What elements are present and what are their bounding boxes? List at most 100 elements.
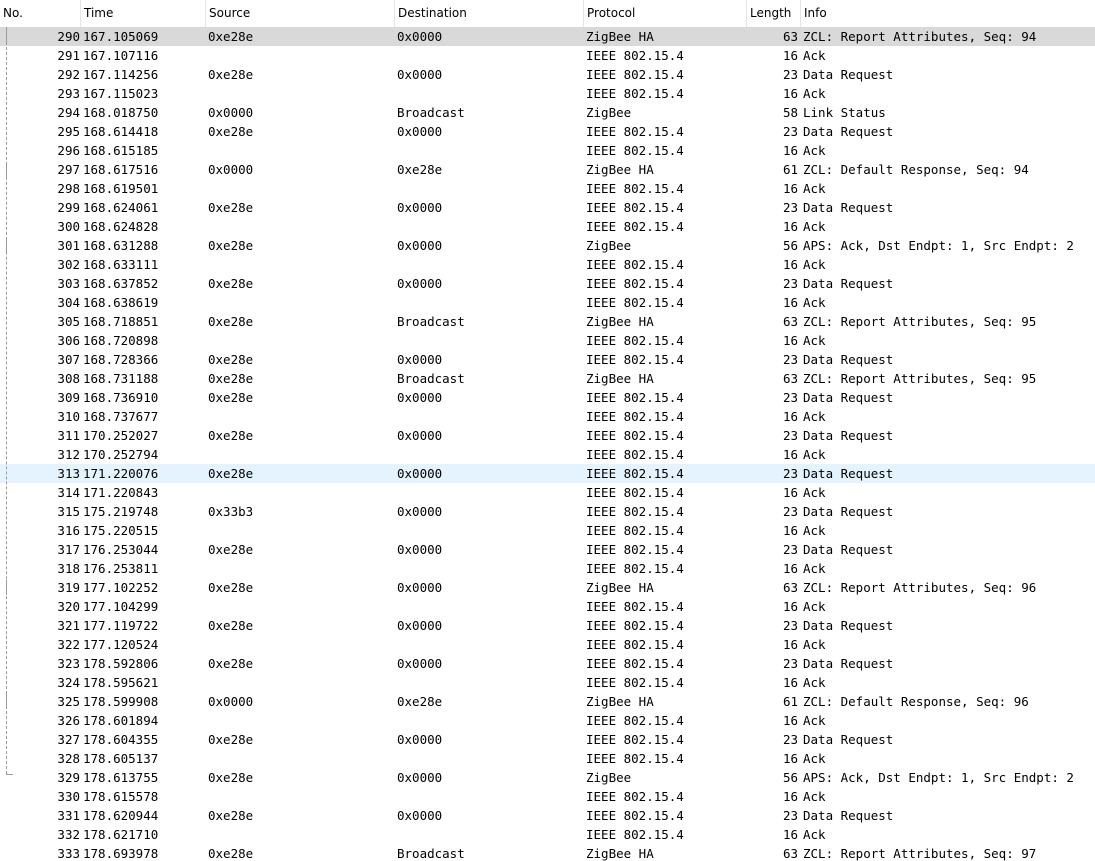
table-row[interactable]: 324 178.595621 IEEE 802.15.4 16 Ack <box>0 673 1095 692</box>
packet-source: 0xe28e <box>208 238 254 253</box>
table-row[interactable]: 310 168.737677 IEEE 802.15.4 16 Ack <box>0 407 1095 426</box>
packet-protocol: IEEE 802.15.4 <box>586 333 684 348</box>
table-row[interactable]: 304 168.638619 IEEE 802.15.4 16 Ack <box>0 293 1095 312</box>
packet-source: 0x33b3 <box>208 504 254 519</box>
table-row[interactable]: 309 168.736910 0xe28e 0x0000 IEEE 802.15.4 23… <box>0 388 1095 407</box>
table-row[interactable]: 315 175.219748 0x33b3 0x0000 IEEE 802.15.4 23… <box>0 502 1095 521</box>
table-row[interactable]: 325 178.599908 0x0000 0xe28e ZigBee HA 61 ZCL:… <box>0 692 1095 711</box>
table-row[interactable]: 319 177.102252 0xe28e 0x0000 ZigBee HA 63 ZCL:… <box>0 578 1095 597</box>
table-row[interactable]: 316 175.220515 IEEE 802.15.4 16 Ack <box>0 521 1095 540</box>
table-row[interactable]: 294 168.018750 0x0000 Broadcast ZigBee 58 Link… <box>0 103 1095 122</box>
table-row[interactable]: 290 167.105069 0xe28e 0x0000 ZigBee HA 63 ZCL:… <box>0 27 1095 46</box>
table-row[interactable]: 323 178.592806 0xe28e 0x0000 IEEE 802.15.4 23… <box>0 654 1095 673</box>
packet-protocol: IEEE 802.15.4 <box>586 618 684 633</box>
table-row[interactable]: 314 171.220843 IEEE 802.15.4 16 Ack <box>0 483 1095 502</box>
table-row[interactable]: 296 168.615185 IEEE 802.15.4 16 Ack <box>0 141 1095 160</box>
column-header-length[interactable]: Length <box>747 0 801 27</box>
packet-destination: Broadcast <box>397 371 465 386</box>
packet-destination <box>397 635 583 654</box>
packet-source: 0xe28e <box>208 124 254 139</box>
packet-protocol: ZigBee HA <box>586 580 654 595</box>
packet-destination: 0x0000 <box>397 466 443 481</box>
table-row[interactable]: 300 168.624828 IEEE 802.15.4 16 Ack <box>0 217 1095 236</box>
table-row[interactable]: 321 177.119722 0xe28e 0x0000 IEEE 802.15.4 23… <box>0 616 1095 635</box>
table-row[interactable]: 322 177.120524 IEEE 802.15.4 16 Ack <box>0 635 1095 654</box>
packet-protocol: IEEE 802.15.4 <box>586 428 684 443</box>
table-row[interactable]: 317 176.253044 0xe28e 0x0000 IEEE 802.15.4 23… <box>0 540 1095 559</box>
packet-length: 16 <box>782 143 798 158</box>
packet-number: 332 <box>57 827 80 842</box>
packet-protocol: IEEE 802.15.4 <box>586 200 684 215</box>
packet-protocol: IEEE 802.15.4 <box>586 599 684 614</box>
table-row[interactable]: 320 177.104299 IEEE 802.15.4 16 Ack <box>0 597 1095 616</box>
table-row[interactable]: 305 168.718851 0xe28e Broadcast ZigBee HA 63 Z… <box>0 312 1095 331</box>
packet-source <box>208 483 394 502</box>
table-row[interactable]: 291 167.107116 IEEE 802.15.4 16 Ack <box>0 46 1095 65</box>
packet-number: 291 <box>57 48 80 63</box>
packet-info: Ack <box>803 751 826 766</box>
column-header-time[interactable]: Time <box>81 0 206 27</box>
table-row[interactable]: 312 170.252794 IEEE 802.15.4 16 Ack <box>0 445 1095 464</box>
packet-destination: 0x0000 <box>397 238 443 253</box>
packet-length: 16 <box>782 447 798 462</box>
table-row[interactable]: 333 178.693978 0xe28e Broadcast ZigBee HA 63 Z… <box>0 844 1095 861</box>
packet-info: Ack <box>803 561 826 576</box>
packet-time: 178.599908 <box>83 694 159 709</box>
table-row[interactable]: 327 178.604355 0xe28e 0x0000 IEEE 802.15.4 23… <box>0 730 1095 749</box>
packet-length: 63 <box>782 371 798 386</box>
table-row[interactable]: 307 168.728366 0xe28e 0x0000 IEEE 802.15.4 23… <box>0 350 1095 369</box>
table-row[interactable]: 328 178.605137 IEEE 802.15.4 16 Ack <box>0 749 1095 768</box>
packet-protocol: IEEE 802.15.4 <box>586 48 684 63</box>
table-row[interactable]: 303 168.637852 0xe28e 0x0000 IEEE 802.15.4 23… <box>0 274 1095 293</box>
column-header-no[interactable]: No. <box>0 0 81 27</box>
packet-info: Ack <box>803 86 826 101</box>
packet-destination <box>397 141 583 160</box>
packet-length: 58 <box>782 105 798 120</box>
table-row[interactable]: 299 168.624061 0xe28e 0x0000 IEEE 802.15.4 23… <box>0 198 1095 217</box>
table-row[interactable]: 318 176.253811 IEEE 802.15.4 16 Ack <box>0 559 1095 578</box>
column-header-protocol[interactable]: Protocol <box>584 0 747 27</box>
packet-protocol: IEEE 802.15.4 <box>586 732 684 747</box>
packet-info: Ack <box>803 827 826 842</box>
table-row[interactable]: 301 168.631288 0xe28e 0x0000 ZigBee 56 APS: Ac… <box>0 236 1095 255</box>
packet-time: 168.728366 <box>83 352 159 367</box>
table-row[interactable]: 308 168.731188 0xe28e Broadcast ZigBee HA 63 Z… <box>0 369 1095 388</box>
packet-length: 63 <box>782 580 798 595</box>
packet-source: 0xe28e <box>208 732 254 747</box>
table-row[interactable]: 329 178.613755 0xe28e 0x0000 ZigBee 56 APS: Ac… <box>0 768 1095 787</box>
packet-destination <box>397 483 583 502</box>
packet-source <box>208 559 394 578</box>
packet-protocol: IEEE 802.15.4 <box>586 181 684 196</box>
table-row[interactable]: 311 170.252027 0xe28e 0x0000 IEEE 802.15.4 23… <box>0 426 1095 445</box>
table-row[interactable]: 331 178.620944 0xe28e 0x0000 IEEE 802.15.4 23… <box>0 806 1095 825</box>
packet-destination: 0x0000 <box>397 542 443 557</box>
packet-time: 178.595621 <box>83 675 159 690</box>
table-row[interactable]: 295 168.614418 0xe28e 0x0000 IEEE 802.15.4 23… <box>0 122 1095 141</box>
table-row[interactable]: 332 178.621710 IEEE 802.15.4 16 Ack <box>0 825 1095 844</box>
packet-destination <box>397 597 583 616</box>
table-row[interactable]: 293 167.115023 IEEE 802.15.4 16 Ack <box>0 84 1095 103</box>
packet-destination <box>397 445 583 464</box>
packet-protocol: ZigBee HA <box>586 371 654 386</box>
packet-number: 321 <box>57 618 80 633</box>
packet-time: 168.718851 <box>83 314 159 329</box>
packet-number: 313 <box>57 466 80 481</box>
packet-info: Ack <box>803 295 826 310</box>
table-row[interactable]: 306 168.720898 IEEE 802.15.4 16 Ack <box>0 331 1095 350</box>
table-row[interactable]: 302 168.633111 IEEE 802.15.4 16 Ack <box>0 255 1095 274</box>
packet-list[interactable]: No. Time Source Destination Protocol Len… <box>0 0 1095 861</box>
packet-info: Ack <box>803 485 826 500</box>
packet-number: 300 <box>57 219 80 234</box>
packet-source: 0xe28e <box>208 466 254 481</box>
table-row[interactable]: 313 171.220076 0xe28e 0x0000 IEEE 802.15.4 23… <box>0 464 1095 483</box>
table-row[interactable]: 292 167.114256 0xe28e 0x0000 IEEE 802.15.4 23… <box>0 65 1095 84</box>
packet-number: 314 <box>57 485 80 500</box>
column-header-info[interactable]: Info <box>801 0 1095 27</box>
table-row[interactable]: 297 168.617516 0x0000 0xe28e ZigBee HA 61 ZCL:… <box>0 160 1095 179</box>
table-row[interactable]: 298 168.619501 IEEE 802.15.4 16 Ack <box>0 179 1095 198</box>
table-row[interactable]: 330 178.615578 IEEE 802.15.4 16 Ack <box>0 787 1095 806</box>
column-header-source[interactable]: Source <box>206 0 395 27</box>
table-row[interactable]: 326 178.601894 IEEE 802.15.4 16 Ack <box>0 711 1095 730</box>
column-header-destination[interactable]: Destination <box>395 0 584 27</box>
packet-info: Ack <box>803 599 826 614</box>
